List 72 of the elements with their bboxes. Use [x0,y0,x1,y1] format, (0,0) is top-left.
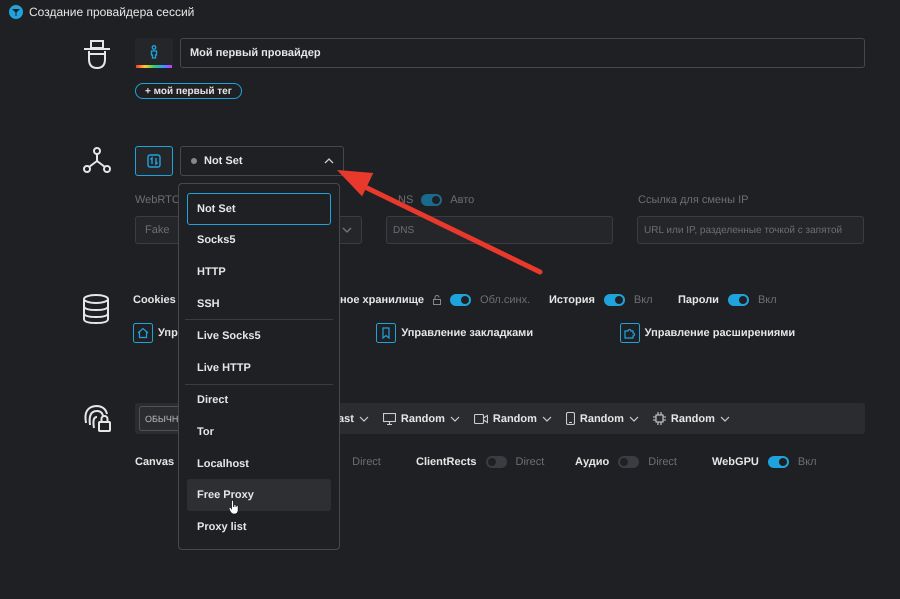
toggle-value: Обл.синх. [480,294,530,306]
selector-value[interactable]: Random [400,412,445,424]
chip-icon [652,412,666,425]
home-icon[interactable] [133,323,153,343]
toggle-value: Авто [450,194,474,206]
camera-icon [474,414,488,424]
add-tag-button[interactable]: + мой первый тег [135,83,242,99]
chevron-down-icon [450,416,460,422]
link-label[interactable]: Управление расширениями [644,327,796,339]
person-icon [150,45,158,59]
profile-icon-button[interactable] [135,38,173,68]
chevron-down-icon [542,416,552,422]
toggle-value: Вкл [798,456,817,468]
dropdown-option[interactable]: HTTP [187,256,331,288]
chevron-down-icon [358,416,369,422]
dropdown-option[interactable]: Not Set [187,193,331,225]
switch-label: Cookies [133,294,176,306]
fingerprint-lock-icon [82,403,112,433]
toggle-switch[interactable] [604,294,625,306]
toggle-switch[interactable] [768,456,789,468]
selector-value[interactable]: Random [492,412,537,424]
switch-label: Canvas [135,456,174,468]
proxy-type-select[interactable]: Not Set [180,146,344,176]
dropdown-option[interactable]: Free Proxy [187,479,331,511]
link-label[interactable]: Упр [158,327,178,339]
field-label: Ссылка для смены IP [638,194,748,206]
link-label[interactable]: Управление закладками [401,327,534,339]
puzzle-icon[interactable] [620,323,640,343]
text-field[interactable]: DNS [386,216,613,244]
chevron-down-icon [342,227,352,233]
selector-value[interactable]: Random [670,412,715,424]
toggle-switch[interactable] [486,456,507,468]
name-field[interactable]: Мой первый провайдер [180,38,865,68]
dropdown-option[interactable]: Socks5 [187,224,331,256]
proxy-check-button[interactable] [135,146,173,176]
dropdown-option[interactable]: Live Socks5 [187,320,331,352]
chevron-down-icon [720,416,730,422]
toggle-value: Direct [352,456,381,468]
toggle-value: Вкл [758,294,777,306]
dropdown-option[interactable]: Proxy list [187,510,331,543]
toggle-switch[interactable] [728,294,749,306]
switch-label: ное хранилище [340,294,424,306]
dropdown-option[interactable]: Localhost [187,448,331,480]
toggle-value: Direct [516,456,544,468]
phone-icon [566,412,575,425]
dropdown-option[interactable]: Live HTTP [187,352,331,384]
chevron-down-icon [628,416,639,422]
toggle-switch[interactable] [450,294,472,306]
toggle-value: Вкл [634,294,653,306]
switch-label: Пароли [678,294,719,306]
switch-label: WebGPU [712,456,759,468]
pointer-hand-icon [228,500,240,515]
network-nodes-icon [82,146,112,174]
database-icon [82,294,110,324]
toggle-switch[interactable] [618,456,640,468]
text-field[interactable]: URL или IP, разделенные точкой с запятой [637,216,864,244]
hat-figure-icon [82,38,112,70]
field-label: WebRTC [135,194,180,206]
switch-label: ClientRects [416,456,477,468]
dropdown-option[interactable]: SSH [187,288,331,320]
app-logo-icon [9,5,23,19]
selector-value[interactable]: Random [580,412,624,424]
up-down-arrows-icon [147,154,161,168]
window-title: Создание провайдера сессий [29,5,194,19]
bookmark-icon[interactable] [376,323,396,343]
toggle-value: Direct [648,456,677,468]
chevron-icon [324,158,334,164]
monitor-icon [382,412,396,424]
field-label: NS [398,194,414,206]
dns-toggle[interactable] [421,194,442,206]
switch-label: Аудио [575,456,610,468]
switch-label: История [549,294,595,306]
